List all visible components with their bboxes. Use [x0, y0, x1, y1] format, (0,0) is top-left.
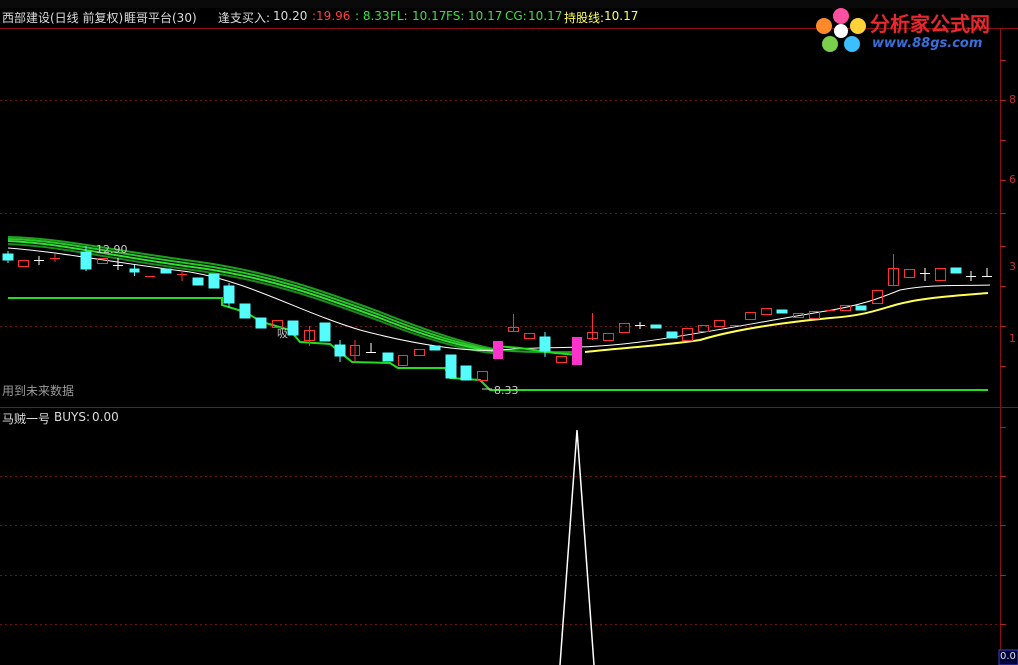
high-price-marker: 12.90: [96, 243, 128, 256]
candle: [650, 324, 662, 329]
candle: [208, 273, 220, 289]
candle: [460, 365, 472, 381]
candle: [192, 277, 204, 286]
main-gridlines: [0, 100, 1000, 625]
future-data-note: 用到未来数据: [2, 384, 75, 398]
candle: [935, 268, 946, 281]
candle: [255, 317, 267, 329]
watermark-title: 分析家公式网: [870, 12, 990, 36]
candle: [619, 323, 630, 333]
candle: [666, 331, 678, 339]
candle: [445, 354, 457, 379]
candle: [904, 269, 915, 278]
axis-tick-label: 1: [1009, 332, 1016, 345]
candle: [556, 356, 567, 363]
candle: [18, 260, 29, 267]
sub-indicator-name[interactable]: 马贼一号: [2, 410, 50, 427]
candle: [287, 320, 299, 336]
white-ma-line: [7, 247, 991, 351]
bottom-value-label: 0.0: [1000, 651, 1016, 662]
candle: [603, 333, 614, 341]
flower-logo-icon: [816, 8, 866, 52]
axis-tick-label: 6: [1009, 173, 1016, 186]
candle: [429, 345, 441, 351]
candle: [761, 308, 772, 315]
candle: [524, 333, 535, 339]
candle: [950, 267, 962, 274]
candle: [855, 305, 867, 311]
candle: [160, 268, 172, 274]
candle: [414, 349, 425, 356]
highlight-candle: [572, 337, 582, 365]
buys-signal-spike: [559, 429, 595, 665]
axis-tick-label: 8: [1009, 93, 1016, 106]
candle: [319, 322, 331, 342]
candles: [2, 246, 992, 381]
highlight-candle: [493, 341, 503, 359]
buy-signal-marker: 吸: [277, 327, 288, 340]
watermark-url: www.88gs.com: [872, 36, 983, 51]
kline-chart[interactable]: [0, 0, 1018, 665]
candle: [398, 355, 408, 366]
buys-value: 0.00: [92, 410, 119, 424]
low-price-marker: 8.33: [494, 384, 519, 397]
candle: [239, 303, 251, 319]
candle: [776, 309, 788, 314]
candle: [714, 320, 725, 327]
candle: [382, 352, 394, 362]
candle: [745, 312, 756, 320]
axis-tick-label: 3: [1009, 260, 1016, 273]
yellow-ma-line: [584, 292, 989, 353]
buys-label: BUYS:: [54, 410, 91, 424]
watermark: 分析家公式网 www.88gs.com: [814, 6, 1010, 54]
green-ma-band: [7, 236, 581, 355]
